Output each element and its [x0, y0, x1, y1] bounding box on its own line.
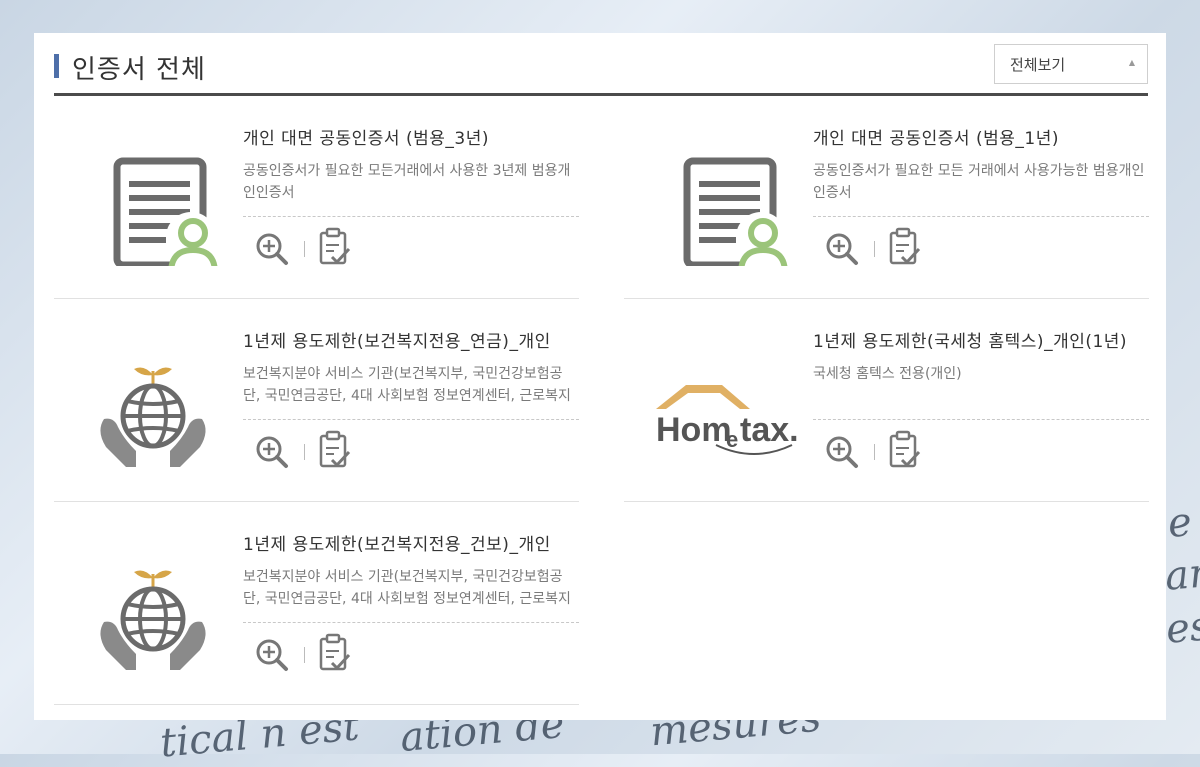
card-actions [254, 633, 374, 677]
card-divider [243, 419, 579, 420]
action-separator [874, 444, 875, 460]
globe-hands-icon [74, 522, 224, 672]
panel-header: 인증서 전체 전체보기 ▲ [54, 43, 1148, 96]
clipboard-check-icon[interactable] [888, 227, 922, 267]
certificate-card: 개인 대면 공동인증서 (범용_3년) 공동인증서가 필요한 모든거래에서 사용… [54, 96, 579, 299]
zoom-in-icon[interactable] [254, 434, 290, 470]
hometax-logo: Hom e tax. [644, 319, 799, 469]
certificate-description: 보건복지분야 서비스 기관(보건복지부, 국민건강보험공단, 국민연금공단, 4… [243, 569, 571, 607]
certificate-description: 보건복지분야 서비스 기관(보건복지부, 국민건강보험공단, 국민연금공단, 4… [243, 366, 571, 404]
zoom-in-icon[interactable] [254, 231, 290, 267]
hometax-logo-text-h: Hom [656, 411, 732, 449]
certificate-card: 1년제 용도제한(보건복지전용_연금)_개인 보건복지분야 서비스 기관(보건복… [54, 299, 579, 502]
certificate-description: 공동인증서가 필요한 모든 거래에서 사용가능한 범용개인 인증서 [813, 163, 1145, 201]
certificate-person-icon [644, 116, 794, 274]
card-actions [824, 227, 944, 271]
clipboard-check-icon[interactable] [318, 227, 352, 267]
action-separator [874, 241, 875, 257]
certificate-description: 공동인증서가 필요한 모든거래에서 사용한 3년제 범용개인인증서 [243, 163, 571, 201]
clipboard-check-icon[interactable] [318, 633, 352, 673]
certificate-panel: 인증서 전체 전체보기 ▲ 개인 대면 공동인증서 (범용_3년) 공동인증서가… [34, 33, 1166, 720]
card-divider [813, 419, 1149, 420]
certificate-title[interactable]: 1년제 용도제한(보건복지전용_건보)_개인 [243, 530, 579, 555]
background-text-1: e [1166, 499, 1194, 547]
background-text-2: ar [1163, 550, 1200, 600]
clipboard-check-icon[interactable] [888, 430, 922, 470]
hometax-logo-text-tax: tax. [740, 411, 799, 449]
card-actions [254, 227, 374, 271]
card-actions [824, 430, 944, 474]
certificate-title[interactable]: 1년제 용도제한(보건복지전용_연금)_개인 [243, 327, 579, 352]
certificate-person-icon [74, 116, 224, 274]
page-title: 인증서 전체 [72, 55, 206, 85]
card-divider [243, 216, 579, 217]
action-separator [304, 647, 305, 663]
certificate-title[interactable]: 1년제 용도제한(국세청 홈텍스)_개인(1년) [813, 327, 1149, 352]
certificate-card: 1년제 용도제한(보건복지전용_건보)_개인 보건복지분야 서비스 기관(보건복… [54, 502, 579, 705]
title-accent-bar [54, 54, 59, 78]
hometax-logo-text-e: e [726, 427, 738, 452]
action-separator [304, 241, 305, 257]
certificate-card: 개인 대면 공동인증서 (범용_1년) 공동인증서가 필요한 모든 거래에서 사… [624, 96, 1149, 299]
globe-hands-icon [74, 319, 224, 469]
card-actions [254, 430, 374, 474]
filter-select-value: 전체보기 [1010, 56, 1066, 74]
select-arrow-icon: ▲ [1128, 58, 1135, 67]
certificate-title[interactable]: 개인 대면 공동인증서 (범용_1년) [813, 124, 1149, 149]
certificate-title[interactable]: 개인 대면 공동인증서 (범용_3년) [243, 124, 579, 149]
zoom-in-icon[interactable] [824, 231, 860, 267]
card-divider [813, 216, 1149, 217]
zoom-in-icon[interactable] [824, 434, 860, 470]
action-separator [304, 444, 305, 460]
certificate-description: 국세청 홈텍스 전용(개인) [813, 366, 962, 382]
clipboard-check-icon[interactable] [318, 430, 352, 470]
certificate-card: Hom e tax. 1년제 용도제한(국세청 홈텍스)_개인(1년) 국세청 … [624, 299, 1149, 502]
filter-select[interactable]: 전체보기 ▲ [994, 44, 1148, 84]
zoom-in-icon[interactable] [254, 637, 290, 673]
card-divider [243, 622, 579, 623]
background-text-3: es [1164, 603, 1200, 653]
